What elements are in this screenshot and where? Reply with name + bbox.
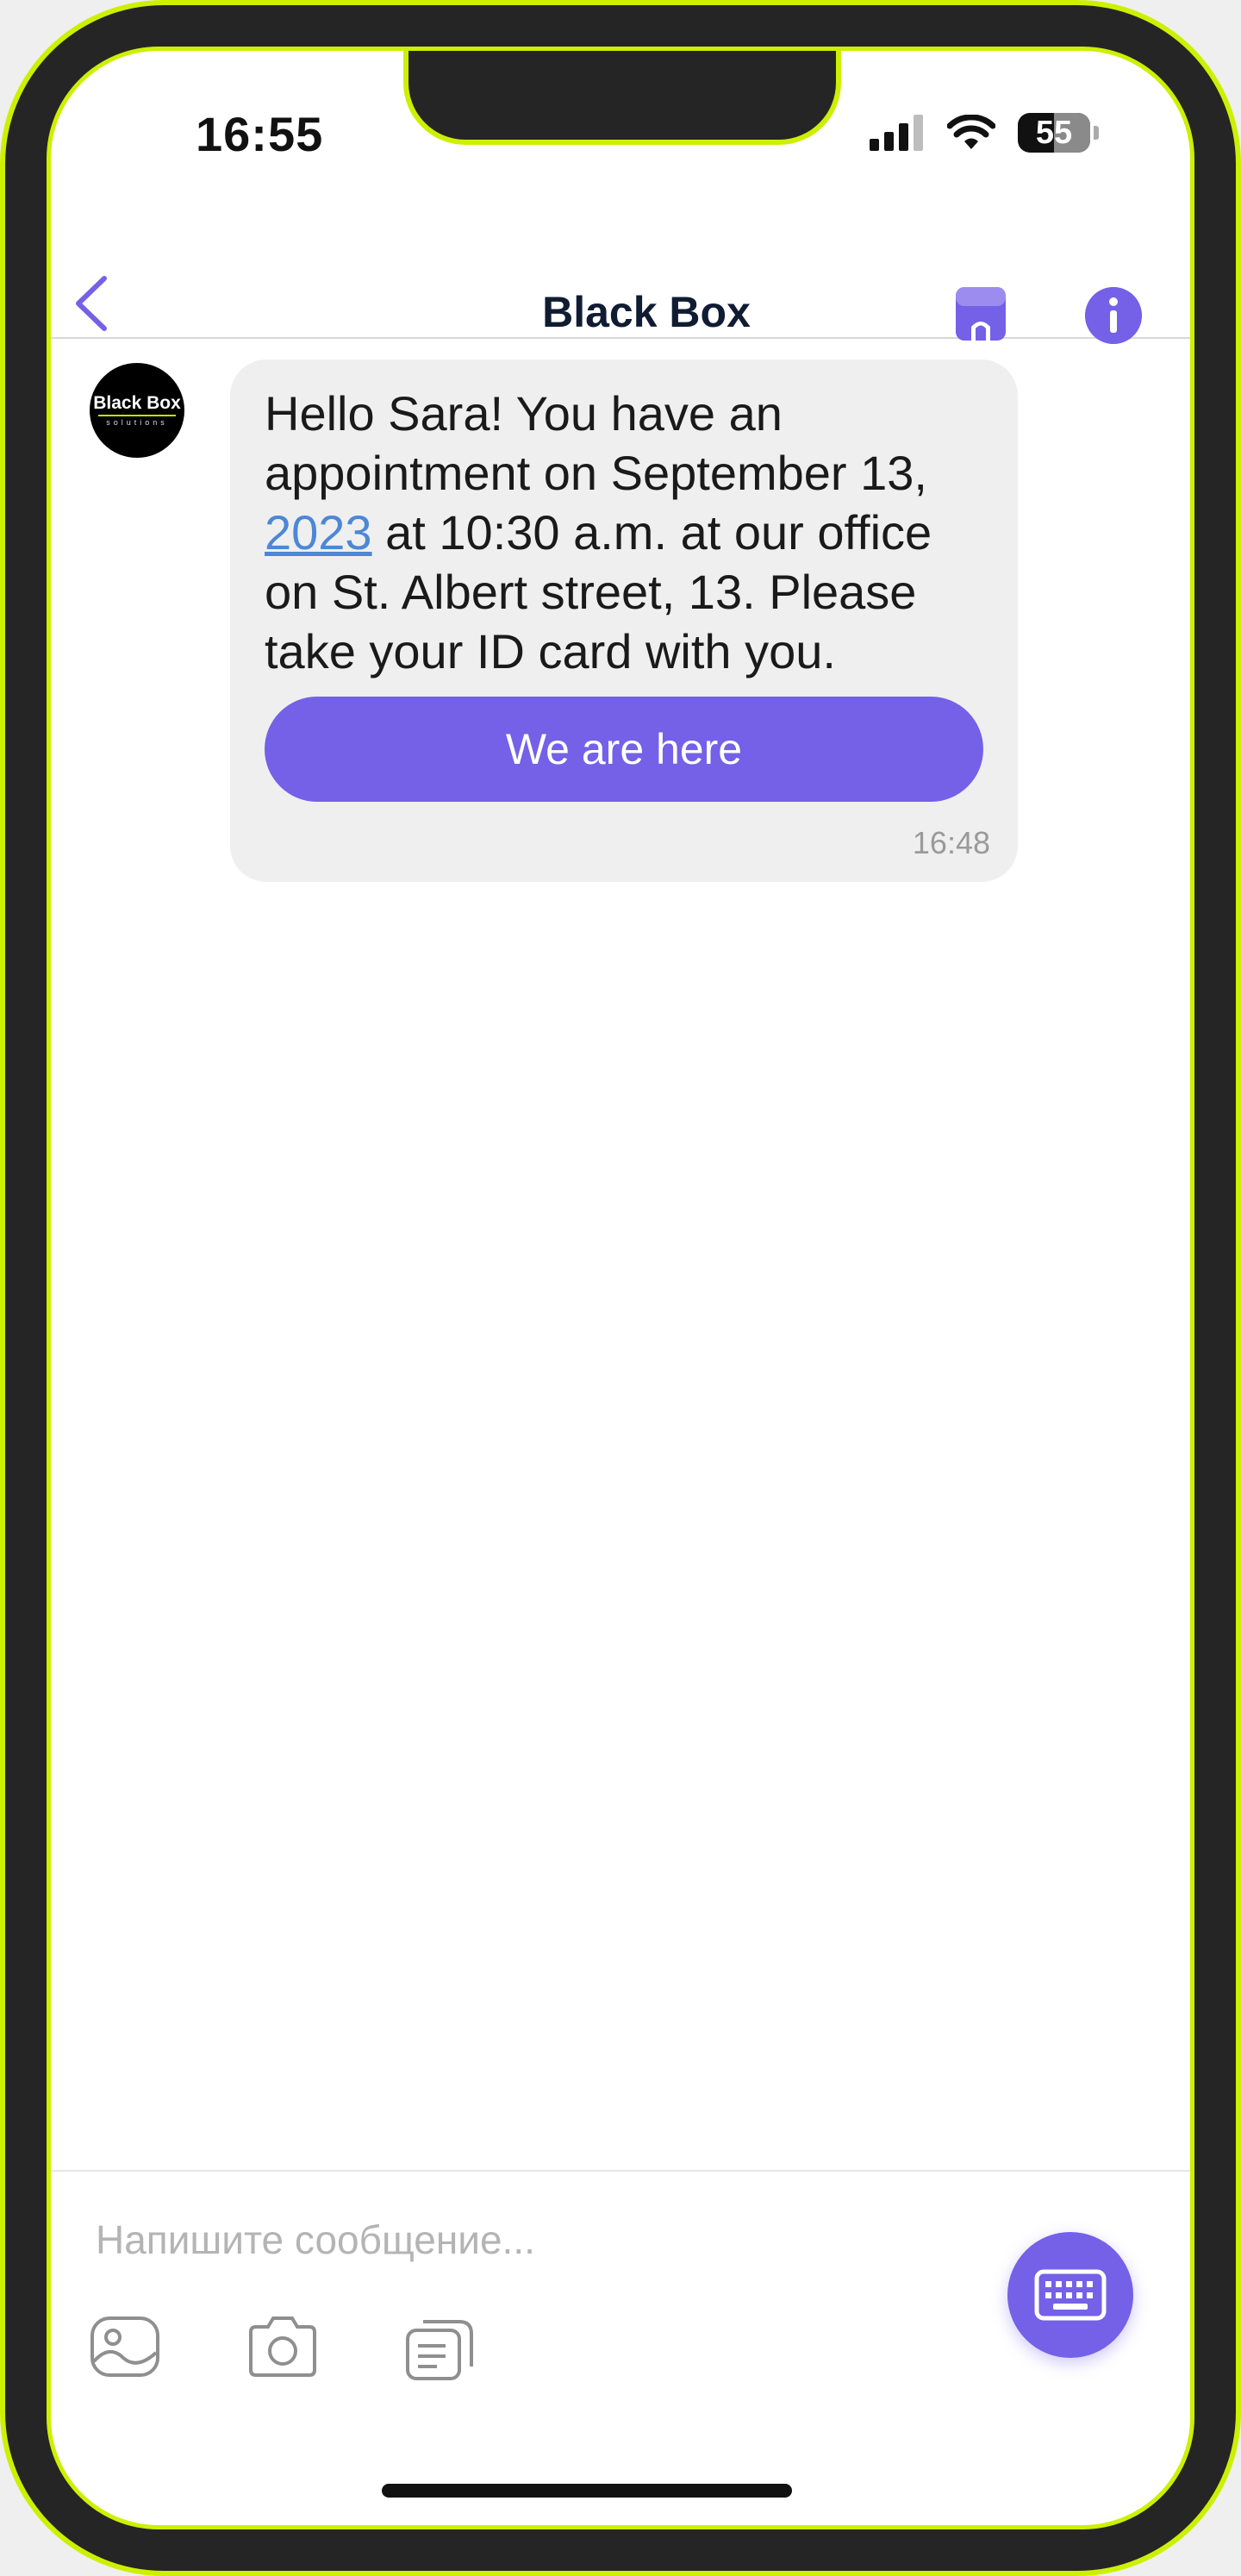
- phone-frame: 16:55 55 Black Box Black Box solutions H…: [0, 0, 1241, 2576]
- wifi-icon: [947, 115, 995, 149]
- message-time: 16:48: [912, 825, 990, 860]
- status-time: 16:55: [196, 107, 324, 161]
- battery-icon: 55: [1018, 113, 1090, 153]
- store-icon[interactable]: [954, 285, 1007, 342]
- message-text-part: Hello Sara! You have an appointment on S…: [265, 386, 927, 500]
- message-input[interactable]: Напишите сообщение...: [96, 2216, 535, 2263]
- camera-icon[interactable]: [246, 2315, 320, 2379]
- signal-icon: [870, 115, 923, 151]
- battery-level: 55: [1035, 114, 1073, 151]
- home-indicator[interactable]: [382, 2484, 792, 2498]
- message-bubble: Hello Sara! You have an appointment on S…: [230, 360, 1018, 882]
- status-icons: 55: [870, 113, 1099, 153]
- notch: [403, 51, 841, 145]
- chat-title: Black Box: [542, 288, 751, 336]
- avatar[interactable]: Black Box solutions: [90, 363, 184, 458]
- document-icon[interactable]: [402, 2315, 477, 2382]
- date-link[interactable]: 2023: [265, 505, 372, 560]
- screen-border: 16:55 55 Black Box Black Box solutions H…: [47, 47, 1194, 2529]
- chat-header: Black Box: [51, 223, 1190, 344]
- keyboard-button[interactable]: [1007, 2232, 1133, 2358]
- gallery-icon[interactable]: [89, 2315, 161, 2379]
- keyboard-icon: [1034, 2269, 1107, 2321]
- avatar-brand: Black Box: [93, 393, 181, 413]
- message-text: Hello Sara! You have an appointment on S…: [265, 384, 983, 681]
- we-are-here-button[interactable]: We are here: [265, 697, 983, 802]
- message-composer: Напишите сообщение...: [51, 2170, 1190, 2517]
- avatar-sub: solutions: [98, 415, 176, 427]
- screen: 16:55 55 Black Box Black Box solutions H…: [51, 51, 1190, 2525]
- phone-body: 16:55 55 Black Box Black Box solutions H…: [5, 5, 1236, 2571]
- battery-indicator: 55: [1018, 113, 1099, 153]
- info-icon[interactable]: [1085, 287, 1142, 344]
